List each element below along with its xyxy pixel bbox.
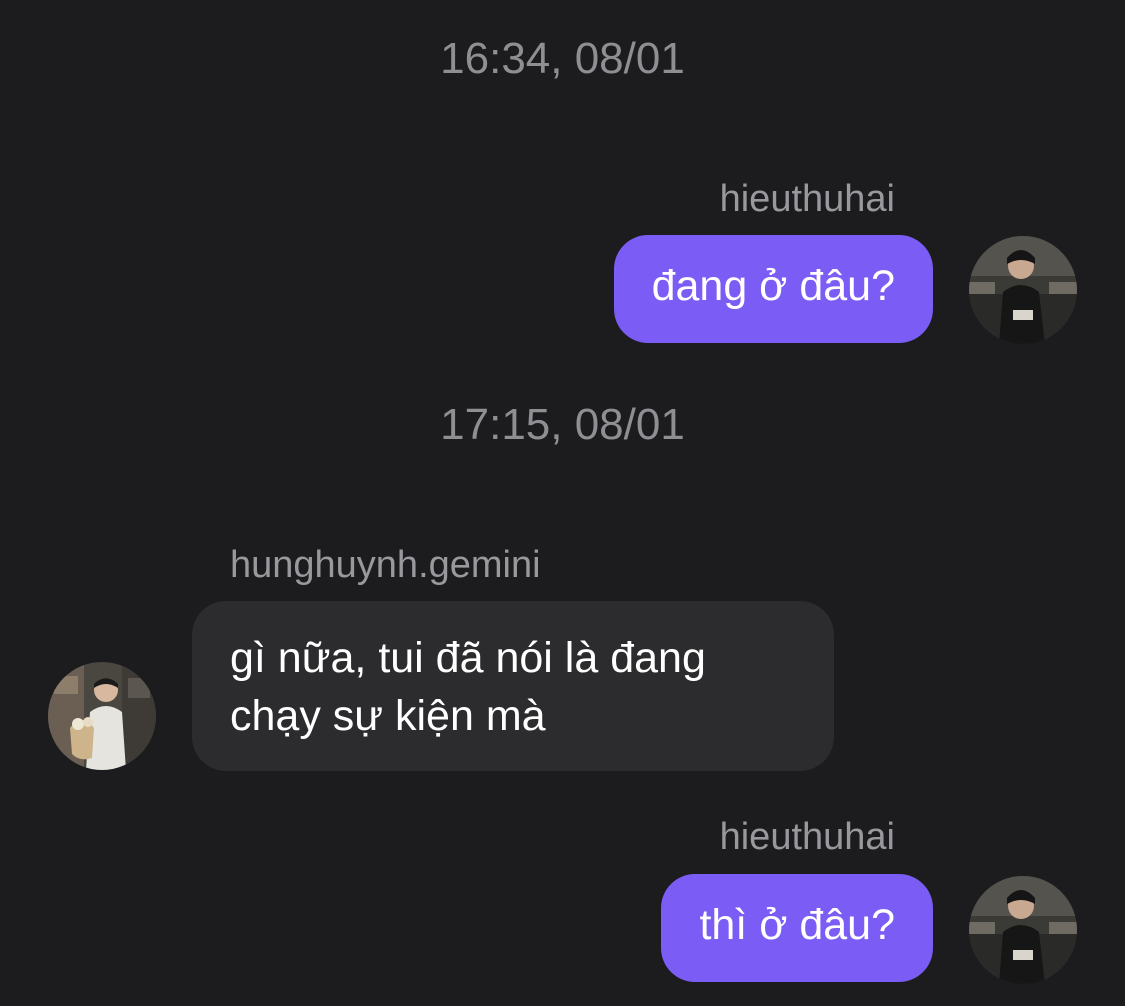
user-avatar-hieuthuhai[interactable]: [969, 236, 1077, 344]
sender-name: hunghuynh.gemini: [230, 544, 541, 586]
message-text: thì ở đâu?: [699, 901, 895, 949]
timestamp-2: 17:15, 08/01: [440, 400, 685, 449]
avatar-photo-icon: [969, 236, 1077, 344]
user-avatar-hunghuynh[interactable]: [48, 662, 156, 770]
message-text: gì nữa, tui đã nói là đang chạy sự kiện …: [230, 634, 706, 740]
message-bubble-incoming[interactable]: gì nữa, tui đã nói là đang chạy sự kiện …: [192, 601, 834, 771]
user-avatar-hieuthuhai[interactable]: [969, 876, 1077, 984]
message-bubble-outgoing[interactable]: thì ở đâu?: [661, 874, 933, 982]
message-bubble-outgoing[interactable]: đang ở đâu?: [613, 235, 933, 343]
avatar-photo-icon: [969, 876, 1077, 984]
sender-name: hieuthuhai: [719, 178, 895, 220]
message-text: đang ở đâu?: [651, 262, 895, 310]
avatar-photo-icon: [48, 662, 156, 770]
sender-name: hieuthuhai: [719, 816, 895, 858]
timestamp-1: 16:34, 08/01: [440, 34, 685, 83]
